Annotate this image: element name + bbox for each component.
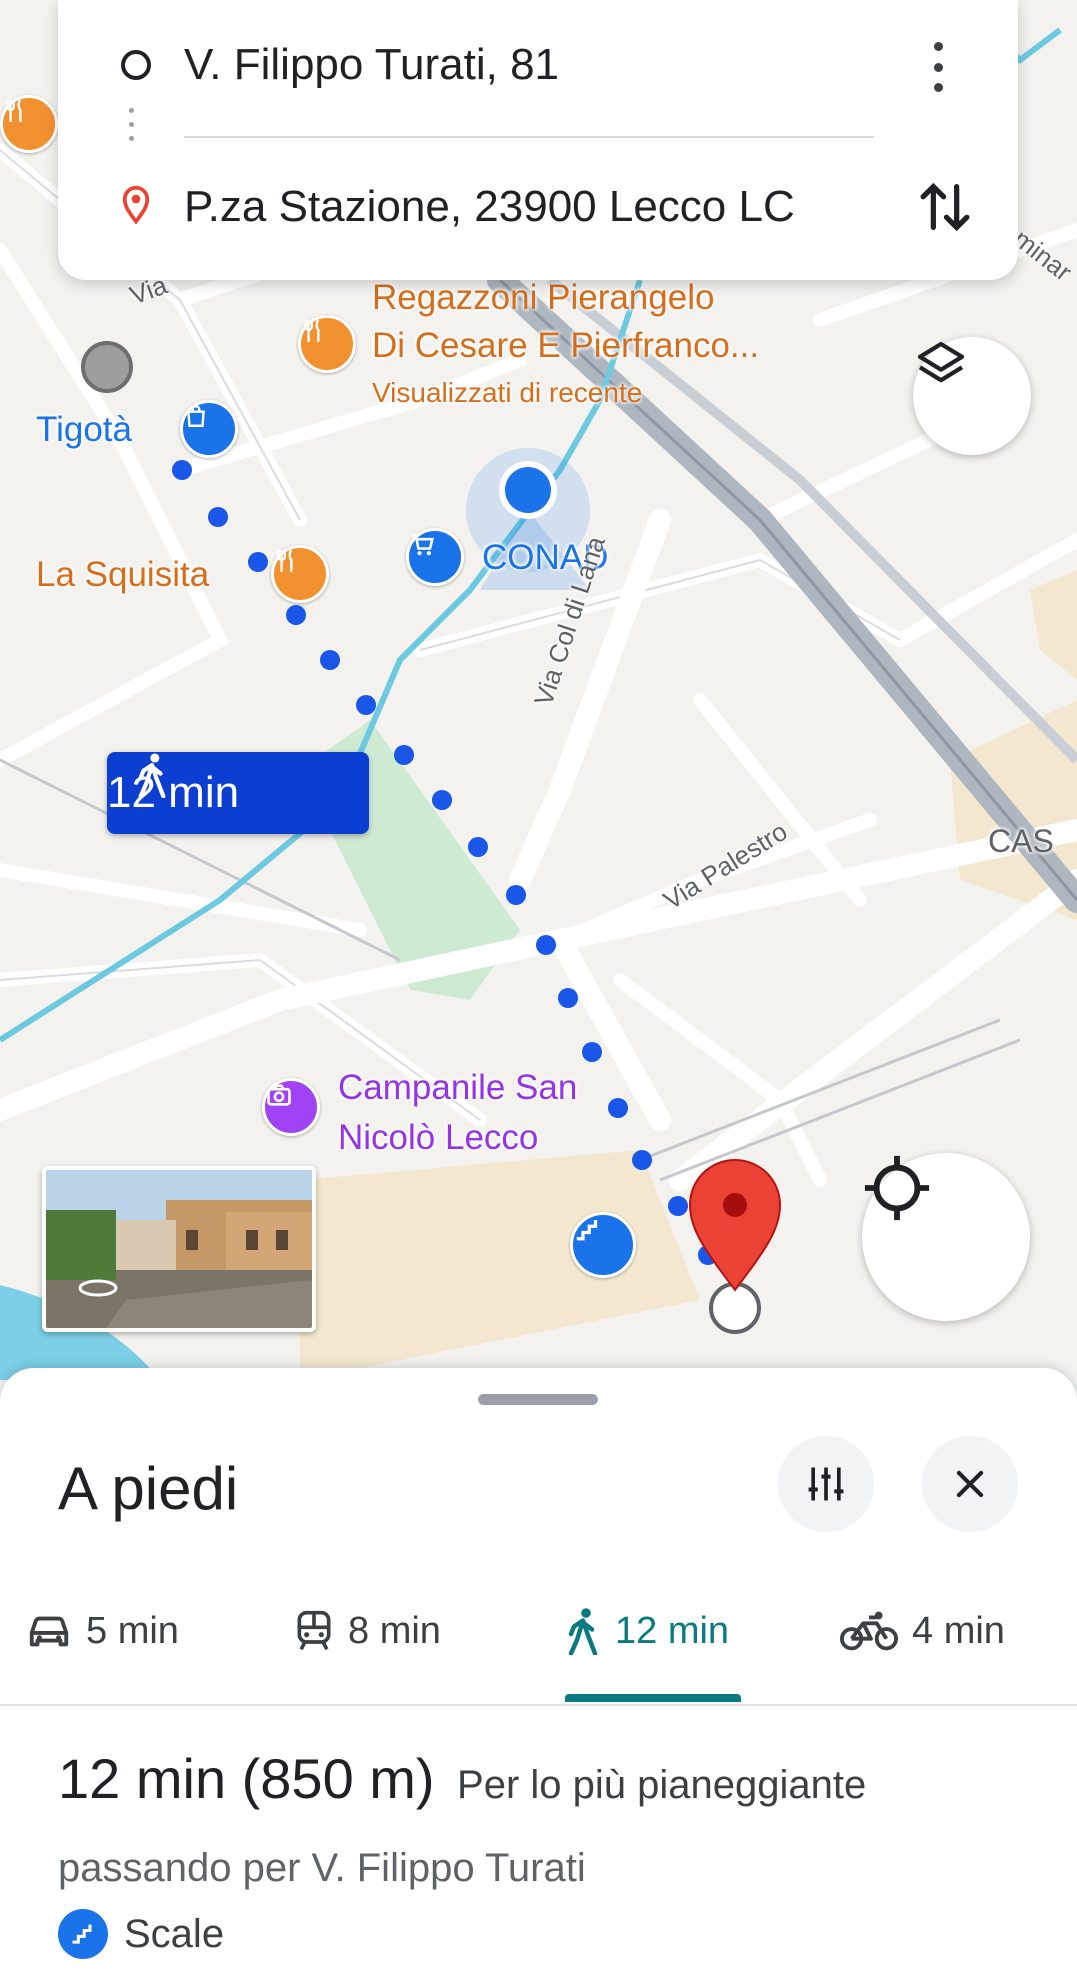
tab-driving[interactable]: 5 min — [26, 1586, 179, 1676]
tab-walking[interactable]: 12 min — [565, 1586, 729, 1676]
map-label-cas: CAS — [988, 823, 1054, 859]
sheet-title: A piedi — [58, 1455, 239, 1522]
crosshair-icon — [864, 1155, 930, 1221]
shopping-cart-icon[interactable] — [406, 528, 464, 586]
layers-icon — [917, 341, 965, 383]
route-note-label: Scale — [124, 1911, 225, 1956]
map-label-restaurant[interactable]: Regazzoni Pierangelo — [372, 278, 714, 318]
shopping-bag-icon[interactable] — [180, 400, 238, 458]
car-icon — [29, 1616, 69, 1647]
route-summary[interactable]: 12 min (850 m) Per lo più pianeggiante — [58, 1746, 866, 1811]
street-view-image — [46, 1170, 312, 1328]
map-label-restaurant-line2[interactable]: Di Cesare E Pierfranco... — [372, 326, 759, 366]
walk-time-badge[interactable]: 12 min — [107, 752, 369, 834]
route-note: Scale — [58, 1906, 224, 1962]
directions-sheet: A piedi 5 min 8 min 12 min 4 min 12 min … — [0, 1368, 1077, 1988]
bike-icon — [840, 1611, 898, 1651]
tab-cycling[interactable]: 4 min — [840, 1586, 1005, 1676]
route-divider — [184, 136, 874, 138]
map-label-la-squisita[interactable]: La Squisita — [36, 555, 209, 595]
route-duration-distance: 12 min (850 m) — [58, 1747, 435, 1810]
swap-vert-icon[interactable] — [910, 172, 980, 242]
transit-icon — [297, 1610, 331, 1651]
stairs-icon — [58, 1909, 108, 1959]
close-icon — [956, 1470, 984, 1498]
restaurant-icon[interactable] — [271, 545, 329, 603]
map-label-campanile-line2[interactable]: Nicolò Lecco — [338, 1118, 538, 1158]
street-view-thumbnail[interactable] — [42, 1166, 316, 1332]
tab-transit-label: 8 min — [348, 1609, 441, 1652]
tab-cycling-label: 4 min — [912, 1609, 1005, 1652]
stairs-icon[interactable] — [570, 1212, 636, 1278]
tab-walking-label: 12 min — [615, 1609, 730, 1652]
route-options-button[interactable] — [778, 1436, 874, 1532]
map-label-tigota[interactable]: Tigotà — [36, 410, 132, 450]
tune-icon — [808, 1467, 844, 1501]
travel-mode-tabs: 5 min 8 min 12 min 4 min — [0, 1586, 1077, 1676]
route-via: passando per V. Filippo Turati — [58, 1846, 586, 1890]
sheet-drag-handle[interactable] — [478, 1394, 598, 1405]
destination-field[interactable]: P.za Stazione, 23900 Lecco LC — [184, 182, 795, 232]
more-vert-icon[interactable] — [916, 42, 960, 92]
close-button[interactable] — [922, 1436, 1018, 1532]
map-label-campanile[interactable]: Campanile San — [338, 1068, 577, 1108]
my-location-button[interactable] — [862, 1153, 1030, 1321]
map-label-recently-viewed: Visualizzati di recente — [372, 377, 643, 408]
layers-button[interactable] — [913, 337, 1031, 455]
origin-field[interactable]: V. Filippo Turati, 81 — [184, 40, 559, 90]
destination-pin-icon — [116, 184, 156, 224]
walk-icon — [568, 1608, 598, 1655]
tabs-divider — [0, 1704, 1077, 1706]
restaurant-icon[interactable] — [298, 315, 356, 373]
camera-icon[interactable] — [262, 1078, 320, 1136]
origin-circle-icon — [116, 45, 156, 85]
route-card: V. Filippo Turati, 81 P.za Stazione, 239… — [58, 0, 1018, 280]
walk-time-text: 12 min — [107, 768, 240, 817]
route-connector-dots — [129, 108, 135, 158]
walk-icon — [138, 753, 166, 798]
tab-driving-label: 5 min — [86, 1609, 179, 1652]
active-tab-indicator — [565, 1694, 741, 1702]
tab-transit[interactable]: 8 min — [294, 1586, 441, 1676]
restaurant-icon[interactable] — [0, 95, 58, 153]
route-terrain: Per lo più pianeggiante — [457, 1763, 867, 1807]
